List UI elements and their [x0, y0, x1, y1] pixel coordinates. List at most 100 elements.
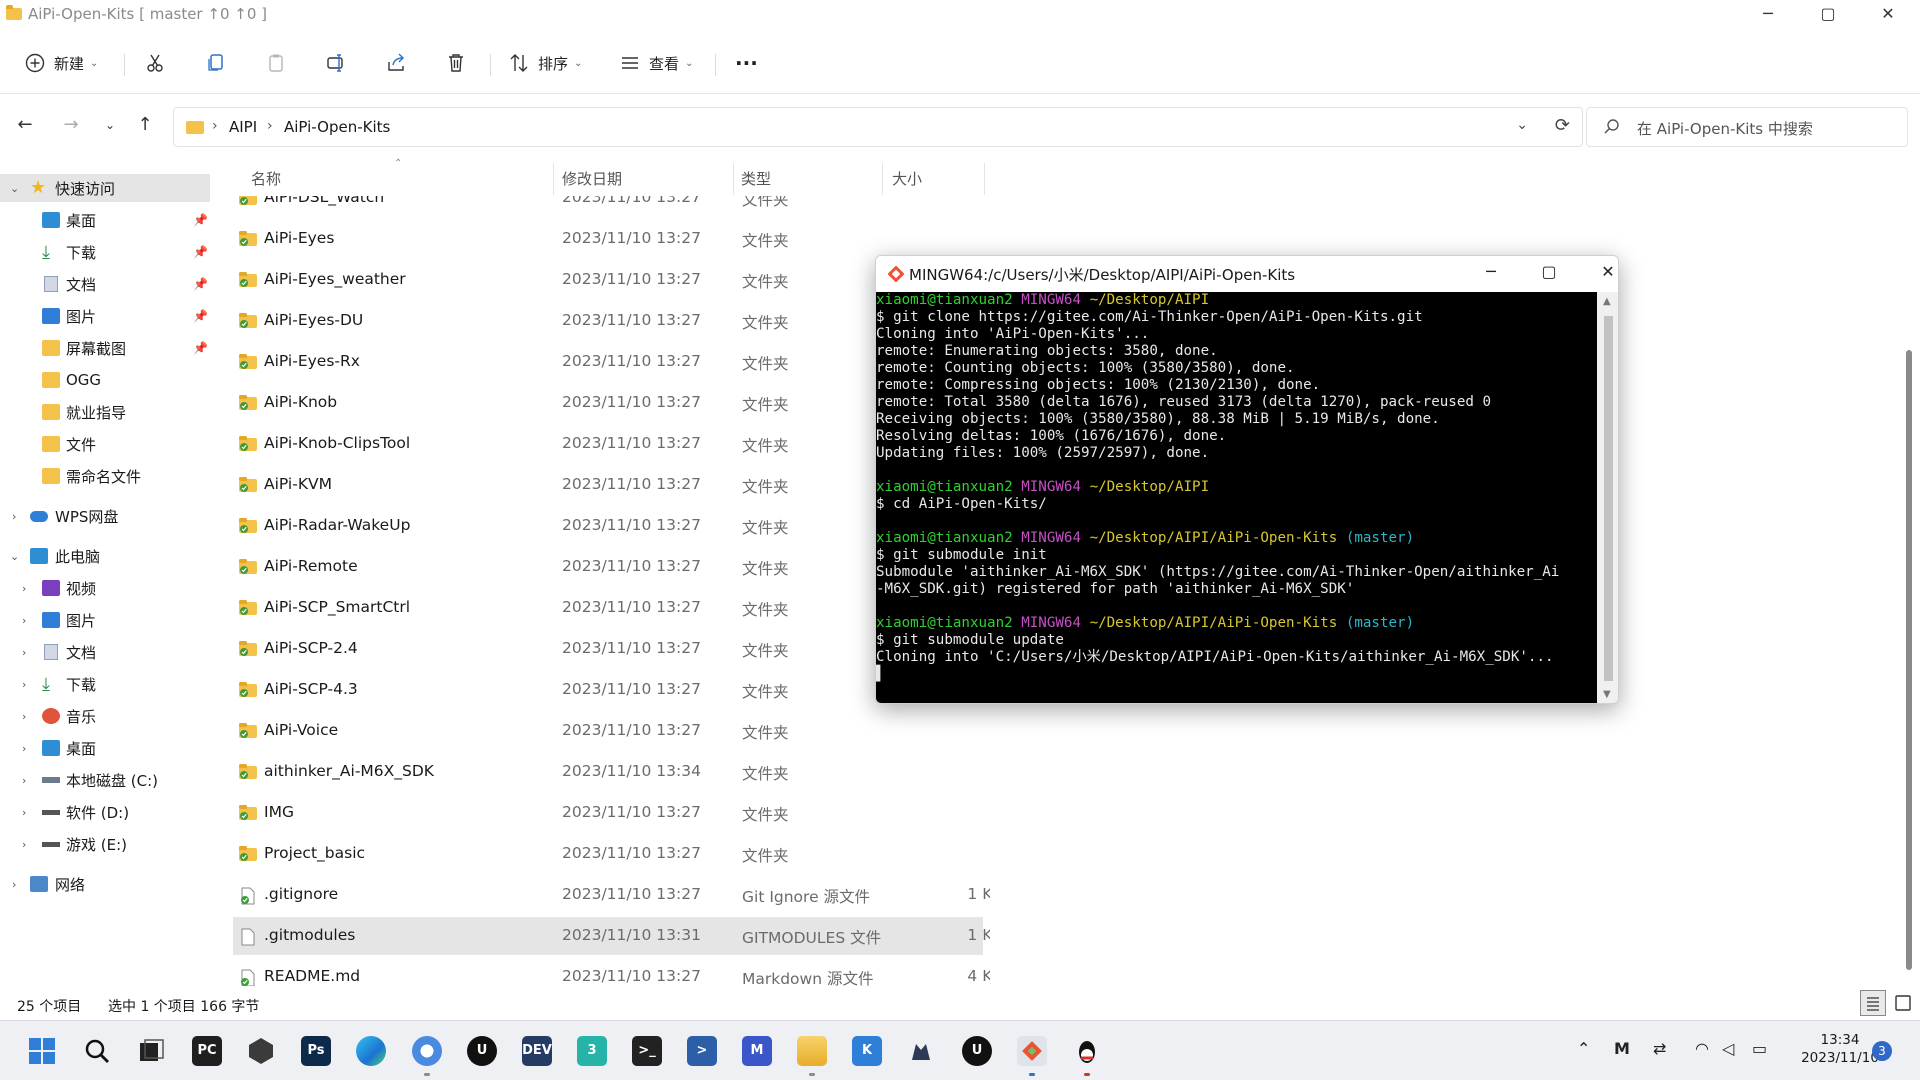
- file-row[interactable]: AiPi-DSL_Watch 2023/11/10 13:27 文件夹: [233, 196, 983, 217]
- file-explorer-icon[interactable]: [797, 1036, 827, 1066]
- terminal-minimize-button[interactable]: ─: [1471, 262, 1511, 281]
- sidebar-item-pc-desktop[interactable]: › 桌面: [0, 734, 210, 762]
- sidebar-item-drive-d[interactable]: › 软件 (D:): [0, 798, 210, 826]
- more-options-button[interactable]: ···: [735, 48, 758, 78]
- address-bar[interactable]: › AIPI › AiPi-Open-Kits ⌄ ⟳: [173, 107, 1583, 147]
- chevron-right-icon[interactable]: ›: [22, 646, 26, 659]
- unreal-icon[interactable]: U: [467, 1036, 497, 1066]
- sidebar-item-unnamed[interactable]: 需命名文件: [0, 462, 210, 490]
- file-row[interactable]: AiPi-SCP-4.3 2023/11/10 13:27 文件夹: [233, 671, 983, 709]
- sidebar-item-wps[interactable]: › WPS网盘: [0, 502, 210, 530]
- large-icons-view-button[interactable]: [1893, 993, 1913, 1013]
- search-icon[interactable]: [82, 1036, 112, 1066]
- file-row[interactable]: .gitignore 2023/11/10 13:27 Git Ignore 源文件…: [233, 876, 990, 914]
- devcpp-icon[interactable]: DEV: [522, 1036, 552, 1066]
- input-method-icon[interactable]: M: [1614, 1039, 1630, 1058]
- terminal-output[interactable]: xiaomi@tianxuan2 MINGW64 ~/Desktop/AIPI $…: [876, 292, 1597, 703]
- back-arrow-icon[interactable]: ←: [10, 114, 40, 142]
- sidebar-item-pc-pictures[interactable]: › 图片: [0, 606, 210, 634]
- file-row[interactable]: AiPi-Voice 2023/11/10 13:27 文件夹: [233, 712, 983, 750]
- scroll-thumb[interactable]: [1604, 316, 1613, 681]
- sidebar-item-music[interactable]: › 音乐: [0, 702, 210, 730]
- chevron-right-icon[interactable]: ›: [12, 878, 16, 891]
- pycharm-icon[interactable]: PC: [192, 1036, 222, 1066]
- git-bash-window[interactable]: MINGW64:/c/Users/小米/Desktop/AIPI/AiPi-Op…: [875, 255, 1619, 704]
- search-box[interactable]: 在 AiPi-Open-Kits 中搜索: [1586, 107, 1908, 147]
- scrollbar[interactable]: [1906, 350, 1912, 970]
- scroll-down-arrow-icon[interactable]: ▼: [1603, 689, 1611, 700]
- wifi-icon[interactable]: ◠: [1695, 1039, 1709, 1058]
- edge-icon[interactable]: [356, 1036, 386, 1066]
- maximize-button[interactable]: ▢: [1808, 4, 1848, 23]
- chevron-right-icon[interactable]: ›: [22, 838, 26, 851]
- vs-icon[interactable]: M: [742, 1036, 772, 1066]
- paste-button[interactable]: [265, 48, 287, 78]
- qq-icon[interactable]: [1072, 1036, 1102, 1066]
- terminal-title-bar[interactable]: MINGW64:/c/Users/小米/Desktop/AIPI/AiPi-Op…: [876, 256, 1618, 292]
- volume-icon[interactable]: ◁: [1722, 1039, 1734, 1058]
- file-row[interactable]: AiPi-Knob-ClipsTool 2023/11/10 13:27 文件夹: [233, 425, 983, 463]
- unreal-2-icon[interactable]: U: [962, 1036, 992, 1066]
- file-row[interactable]: AiPi-Remote 2023/11/10 13:27 文件夹: [233, 548, 983, 586]
- sidebar-item-network[interactable]: › 网络: [0, 870, 210, 898]
- sidebar-item-pc-downloads[interactable]: › ⤓ 下载: [0, 670, 210, 698]
- copy-button[interactable]: [205, 48, 227, 78]
- file-row[interactable]: .gitmodules 2023/11/10 13:31 GITMODULES 文件…: [233, 917, 990, 955]
- chevron-right-icon[interactable]: ›: [22, 742, 26, 755]
- start-icon[interactable]: [27, 1036, 57, 1066]
- chevron-down-icon[interactable]: ⌄: [10, 550, 19, 563]
- sidebar-item-pc-documents[interactable]: › 文档: [0, 638, 210, 666]
- file-row[interactable]: AiPi-Eyes 2023/11/10 13:27 文件夹: [233, 220, 983, 258]
- forward-arrow-icon[interactable]: →: [56, 114, 86, 142]
- pin-icon[interactable]: 📌: [193, 309, 208, 323]
- settings-toggle-icon[interactable]: ⇄: [1653, 1039, 1666, 1058]
- sidebar-item-drive-e[interactable]: › 游戏 (E:): [0, 830, 210, 858]
- pin-icon[interactable]: 📌: [193, 213, 208, 227]
- kdocs-icon[interactable]: K: [852, 1036, 882, 1066]
- task-view-icon[interactable]: [136, 1036, 166, 1066]
- file-row[interactable]: AiPi-Eyes_weather 2023/11/10 13:27 文件夹: [233, 261, 983, 299]
- terminal-scrollbar[interactable]: ▲ ▼: [1597, 292, 1618, 703]
- refresh-icon[interactable]: ⟳: [1555, 115, 1570, 136]
- sidebar-item-screenshots[interactable]: 屏幕截图 📌: [0, 334, 210, 362]
- chevron-up-icon[interactable]: ⌃: [1577, 1039, 1590, 1058]
- breadcrumb-aipi[interactable]: AIPI: [229, 118, 257, 136]
- unity-icon[interactable]: [246, 1036, 276, 1066]
- terminal-maximize-button[interactable]: ▢: [1529, 262, 1569, 281]
- sidebar-item-this-pc[interactable]: ⌄ 此电脑: [0, 542, 210, 570]
- notification-badge[interactable]: 3: [1872, 1041, 1892, 1061]
- file-row[interactable]: AiPi-Eyes-DU 2023/11/10 13:27 文件夹: [233, 302, 983, 340]
- terminal-close-button[interactable]: ✕: [1588, 262, 1618, 281]
- file-row[interactable]: AiPi-Eyes-Rx 2023/11/10 13:27 文件夹: [233, 343, 983, 381]
- file-row[interactable]: AiPi-SCP_SmartCtrl 2023/11/10 13:27 文件夹: [233, 589, 983, 627]
- sidebar-item-pictures[interactable]: 图片 📌: [0, 302, 210, 330]
- delete-button[interactable]: [445, 48, 467, 78]
- sidebar-item-documents[interactable]: 文档 📌: [0, 270, 210, 298]
- sidebar-item-ogg[interactable]: OGG: [0, 366, 210, 394]
- up-arrow-icon[interactable]: ↑: [130, 114, 160, 142]
- chevron-right-icon[interactable]: ›: [22, 614, 26, 627]
- chevron-right-icon[interactable]: ›: [22, 806, 26, 819]
- share-button[interactable]: [385, 48, 407, 78]
- chevron-right-icon[interactable]: ›: [12, 510, 16, 523]
- scroll-up-arrow-icon[interactable]: ▲: [1603, 296, 1611, 307]
- recent-locations-chevron-icon[interactable]: ⌄: [95, 118, 125, 146]
- sort-button[interactable]: 排序 ⌄: [508, 48, 582, 78]
- powershell-icon[interactable]: >: [687, 1036, 717, 1066]
- pin-icon[interactable]: 📌: [193, 277, 208, 291]
- details-view-button[interactable]: [1860, 990, 1886, 1016]
- app-3-icon[interactable]: 3: [577, 1036, 607, 1066]
- file-row[interactable]: AiPi-KVM 2023/11/10 13:27 文件夹: [233, 466, 983, 504]
- git-bash-icon[interactable]: [1017, 1036, 1047, 1066]
- sidebar-item-videos[interactable]: › 视频: [0, 574, 210, 602]
- sidebar-quick-access[interactable]: ⌄ ★ 快速访问: [0, 174, 210, 202]
- new-button[interactable]: 新建 ⌄: [24, 48, 98, 78]
- minimize-button[interactable]: ─: [1748, 4, 1788, 23]
- sidebar-item-downloads[interactable]: ⤓ 下载 📌: [0, 238, 210, 266]
- battery-icon[interactable]: ▭: [1752, 1039, 1767, 1058]
- github-icon[interactable]: [906, 1036, 936, 1066]
- sidebar-item-files[interactable]: 文件: [0, 430, 210, 458]
- sidebar-item-drive-c[interactable]: › 本地磁盘 (C:): [0, 766, 210, 794]
- address-dropdown-icon[interactable]: ⌄: [1516, 117, 1528, 133]
- file-row[interactable]: AiPi-Radar-WakeUp 2023/11/10 13:27 文件夹: [233, 507, 983, 545]
